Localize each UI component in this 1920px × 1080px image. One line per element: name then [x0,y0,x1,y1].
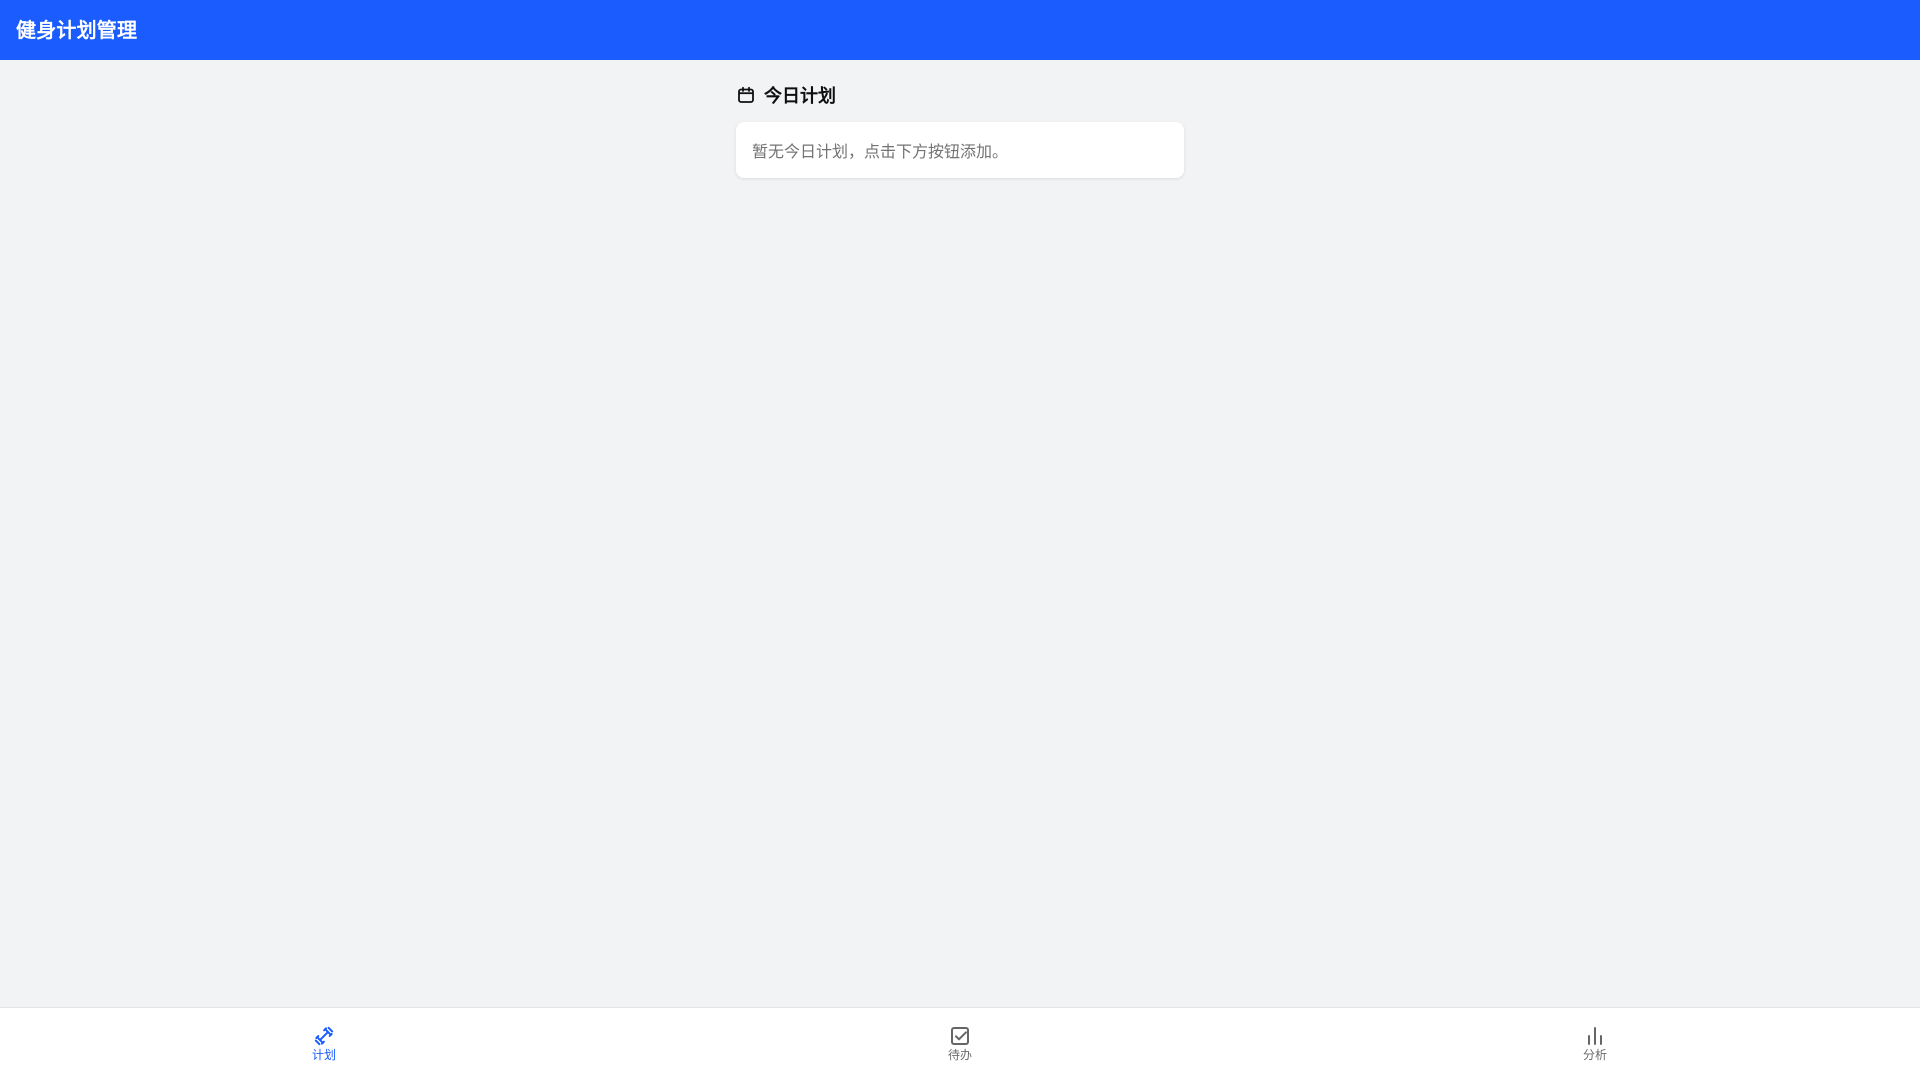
bottom-navigation: 计划 待办 分析 [0,1007,1920,1080]
calendar-icon [736,85,756,105]
empty-state-card: 暂无今日计划，点击下方按钮添加。 [736,122,1184,178]
nav-label-todo: 待办 [947,1048,972,1062]
app-title: 健身计划管理 [16,18,138,42]
main-content: 今日计划 暂无今日计划，点击下方按钮添加。 [0,60,1920,1007]
nav-item-analysis[interactable]: 分析 [1545,1024,1645,1069]
nav-item-todo[interactable]: 待办 [910,1024,1010,1069]
today-plan-title: 今日计划 [764,86,836,107]
section-title: 今日计划 [736,80,1184,110]
nav-label-plan: 计划 [311,1048,336,1062]
today-plan-section: 今日计划 暂无今日计划，点击下方按钮添加。 [736,80,1184,178]
nav-label-analysis: 分析 [1582,1048,1607,1062]
nav-item-plan[interactable]: 计划 [274,1024,374,1069]
bar-chart-icon [1583,1024,1607,1048]
top-app-bar: 健身计划管理 [0,0,1920,60]
empty-state-message: 暂无今日计划，点击下方按钮添加。 [752,142,1009,161]
dumbbell-icon [312,1024,336,1048]
checkbox-icon [948,1024,972,1048]
app: 健身计划管理 今日计划 暂无今日计划，点击下方按钮添加。 计划 待办 分析 [0,0,1920,1080]
